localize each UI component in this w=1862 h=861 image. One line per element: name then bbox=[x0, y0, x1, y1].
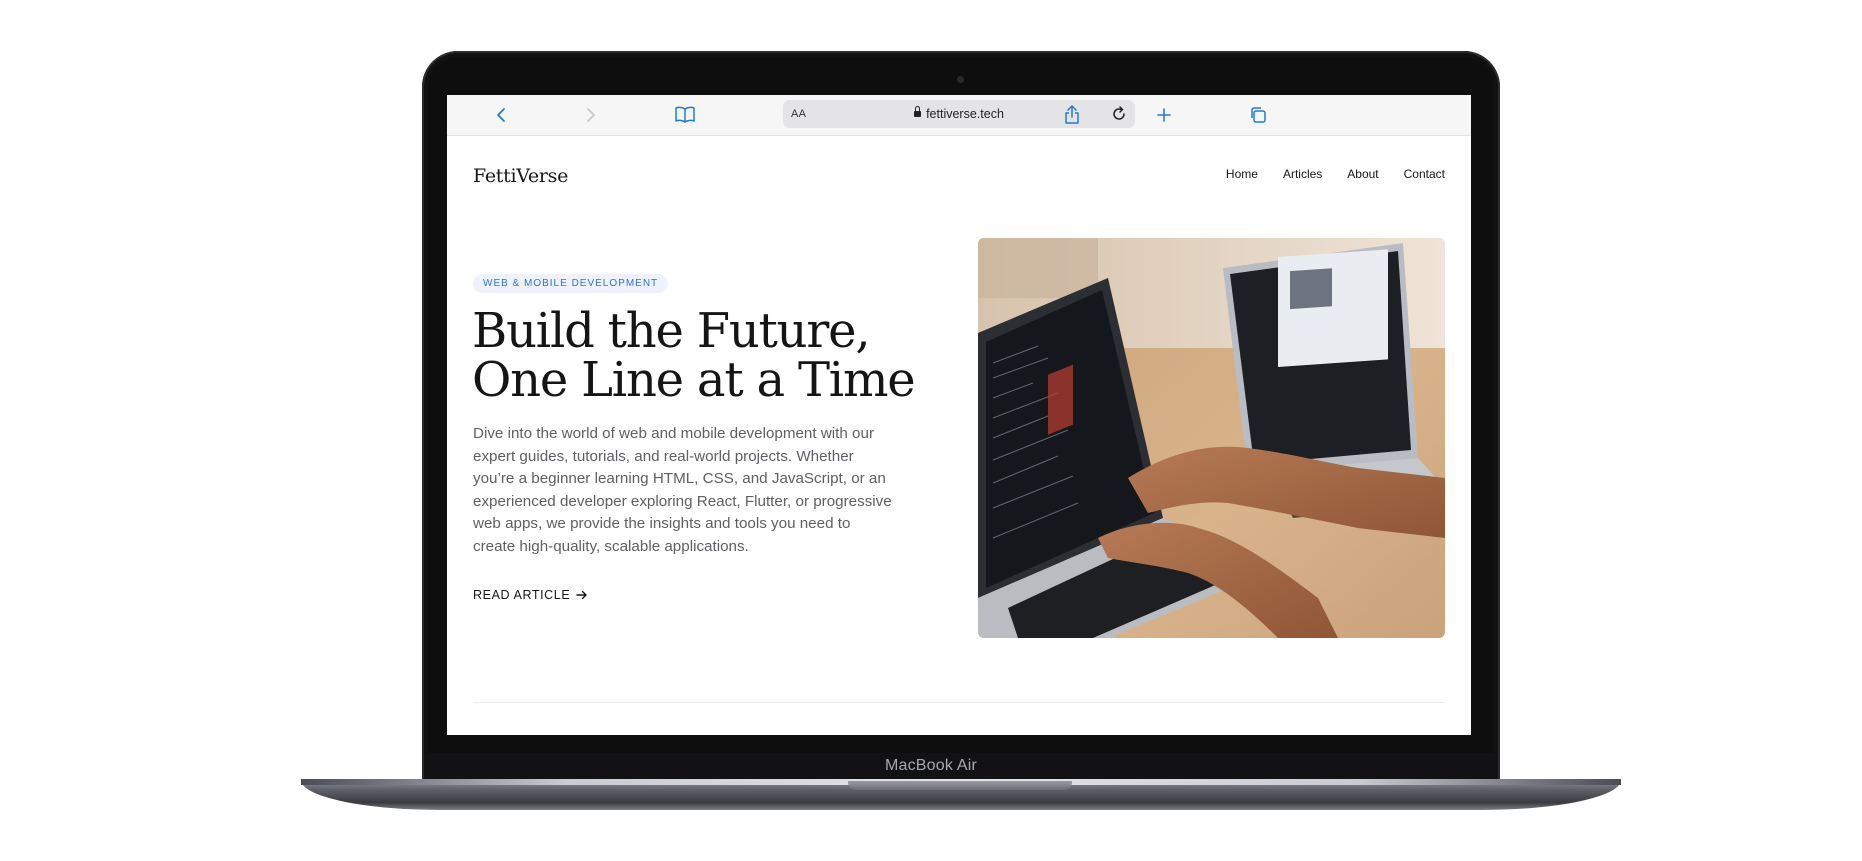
camera-icon bbox=[957, 76, 964, 83]
bookmarks-icon[interactable] bbox=[673, 103, 697, 127]
hero-headline: Build the Future, One Line at a Time bbox=[472, 307, 922, 405]
headline-line-2: One Line at a Time bbox=[472, 352, 916, 408]
nav-articles[interactable]: Articles bbox=[1283, 167, 1322, 181]
site-brand[interactable]: FettiVerse bbox=[473, 165, 568, 187]
read-article-label: READ ARTICLE bbox=[473, 588, 571, 602]
tabs-icon[interactable] bbox=[1246, 103, 1270, 127]
browser-screen: AA fettiverse.tech FettiVerse Home Artic… bbox=[447, 95, 1471, 735]
new-tab-icon[interactable] bbox=[1152, 103, 1176, 127]
share-icon[interactable] bbox=[1060, 103, 1084, 127]
nav-home[interactable]: Home bbox=[1226, 167, 1258, 181]
forward-icon[interactable] bbox=[579, 103, 603, 127]
read-article-link[interactable]: READ ARTICLE bbox=[473, 588, 588, 602]
category-tag[interactable]: WEB & MOBILE DEVELOPMENT bbox=[473, 274, 669, 293]
arrow-right-icon bbox=[576, 590, 587, 600]
section-divider bbox=[473, 702, 1445, 703]
browser-toolbar: AA fettiverse.tech bbox=[447, 95, 1471, 136]
reload-icon[interactable] bbox=[1111, 106, 1127, 122]
device-label: MacBook Air bbox=[884, 757, 977, 774]
url-text[interactable]: fettiverse.tech bbox=[926, 107, 1004, 121]
site-nav: Home Articles About Contact bbox=[1226, 167, 1445, 181]
back-icon[interactable] bbox=[489, 103, 513, 127]
nav-contact[interactable]: Contact bbox=[1404, 167, 1445, 181]
lock-icon bbox=[914, 106, 922, 117]
nav-about[interactable]: About bbox=[1347, 167, 1378, 181]
hero-image bbox=[978, 238, 1445, 638]
hero-lede: Dive into the world of web and mobile de… bbox=[473, 425, 892, 555]
headline-line-1: Build the Future, bbox=[472, 303, 871, 359]
laptop-hinge-notch bbox=[848, 781, 1072, 790]
